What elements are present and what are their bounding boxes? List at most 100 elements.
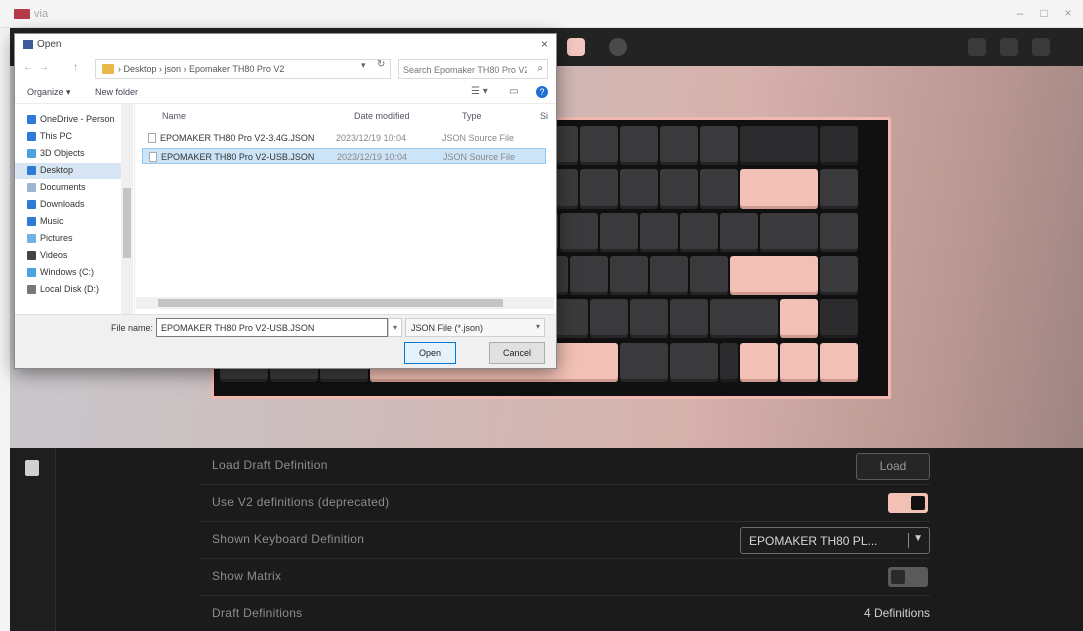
forward-button[interactable]: → (39, 62, 49, 73)
setting-row-shown-definition: Shown Keyboard Definition EPOMAKER TH80 … (200, 522, 930, 559)
nav-item[interactable]: Downloads (15, 197, 127, 213)
keyboard-key[interactable] (720, 342, 738, 382)
back-button[interactable]: ← (23, 62, 33, 73)
keyboard-key[interactable] (640, 212, 678, 252)
keyboard-key[interactable] (740, 169, 818, 209)
search-input[interactable] (403, 63, 527, 76)
code-icon[interactable] (968, 38, 986, 56)
settings-icon[interactable] (609, 38, 627, 56)
file-icon (149, 152, 157, 162)
keyboard-key[interactable] (650, 255, 688, 296)
keyboard-key[interactable] (760, 212, 818, 252)
nav-item[interactable]: Desktop (15, 163, 127, 179)
chevron-down-icon[interactable]: ▾ (361, 60, 366, 71)
nav-item[interactable]: This PC (15, 129, 127, 145)
cancel-button[interactable]: Cancel (489, 342, 545, 364)
scrollbar-thumb[interactable] (158, 299, 503, 307)
select-value: EPOMAKER TH80 PL... (749, 534, 878, 548)
nav-item[interactable]: OneDrive - Person (15, 112, 127, 128)
keyboard-key[interactable] (620, 126, 658, 166)
keyboard-key[interactable] (720, 212, 758, 252)
keyboard-key[interactable] (660, 126, 698, 166)
dialog-close-button[interactable]: × (541, 37, 548, 51)
breadcrumb-path: › Desktop › json › Epomaker TH80 Pro V2 (118, 64, 285, 74)
column-header-date[interactable]: Date modified (354, 111, 410, 121)
nav-item[interactable]: Pictures (15, 231, 127, 247)
breadcrumb[interactable]: › Desktop › json › Epomaker TH80 Pro V2 (95, 59, 391, 79)
keyboard-key[interactable] (820, 299, 858, 339)
keyboard-key[interactable] (580, 169, 618, 209)
scrollbar-thumb[interactable] (123, 188, 131, 258)
keyboard-key[interactable] (780, 342, 818, 382)
nav-item[interactable]: Local Disk (D:) (15, 282, 127, 298)
close-button[interactable]: × (1058, 6, 1078, 20)
nav-item[interactable]: 3D Objects (15, 146, 127, 162)
keyboard-icon[interactable] (567, 38, 585, 56)
view-options-icon[interactable]: ☰ ▾ (471, 86, 488, 97)
app-logo-icon (14, 9, 30, 19)
keyboard-key[interactable] (780, 299, 818, 339)
nav-item[interactable]: Videos (15, 248, 127, 264)
save-icon[interactable] (25, 460, 39, 476)
keyboard-key[interactable] (670, 342, 718, 382)
keyboard-key[interactable] (690, 255, 728, 296)
folder-icon (27, 166, 36, 175)
nav-item[interactable]: Documents (15, 180, 127, 196)
organize-button[interactable]: Organize ▾ (27, 87, 71, 98)
keyboard-key[interactable] (630, 299, 668, 339)
folder-icon (27, 115, 36, 124)
keyboard-definition-select[interactable]: EPOMAKER TH80 PL... ▼ (740, 527, 930, 554)
file-name-input[interactable] (156, 318, 388, 337)
file-row[interactable]: EPOMAKER TH80 Pro V2-USB.JSON 2023/12/19 … (142, 148, 546, 164)
folder-icon (27, 268, 36, 277)
file-list-scrollbar[interactable] (136, 297, 554, 309)
keyboard-key[interactable] (710, 299, 778, 339)
keyboard-key[interactable] (580, 126, 618, 166)
keyboard-key[interactable] (600, 212, 638, 252)
keyboard-key[interactable] (620, 342, 668, 382)
keyboard-key[interactable] (700, 169, 738, 209)
gear-icon[interactable] (1000, 38, 1018, 56)
keyboard-key[interactable] (820, 212, 858, 252)
refresh-icon[interactable]: ↻ (377, 59, 385, 70)
nav-item-label: 3D Objects (40, 148, 85, 158)
keyboard-key[interactable] (700, 126, 738, 166)
show-matrix-toggle[interactable] (888, 567, 928, 587)
keyboard-key[interactable] (740, 342, 778, 382)
nav-item[interactable]: Music (15, 214, 127, 230)
keyboard-key[interactable] (610, 255, 648, 296)
keyboard-key[interactable] (820, 342, 858, 382)
new-folder-button[interactable]: New folder (95, 87, 138, 97)
keyboard-key[interactable] (590, 299, 628, 339)
column-header-size[interactable]: Si (540, 111, 548, 121)
keyboard-key[interactable] (670, 299, 708, 339)
design-icon[interactable] (1032, 38, 1050, 56)
open-button[interactable]: Open (404, 342, 456, 364)
load-button[interactable]: Load (856, 453, 930, 480)
column-header-name[interactable]: Name (162, 111, 186, 121)
maximize-button[interactable]: □ (1034, 6, 1054, 20)
definitions-count: 4 Definitions (863, 606, 930, 620)
preview-pane-icon[interactable]: ▭ (509, 86, 518, 97)
keyboard-key[interactable] (660, 169, 698, 209)
keyboard-key[interactable] (560, 212, 598, 252)
keyboard-key[interactable] (730, 255, 818, 296)
up-button[interactable]: ↑ (73, 62, 78, 73)
keyboard-key[interactable] (620, 169, 658, 209)
keyboard-key[interactable] (820, 169, 858, 209)
use-v2-toggle[interactable] (888, 493, 928, 513)
keyboard-key[interactable] (570, 255, 608, 296)
keyboard-key[interactable] (820, 255, 858, 296)
help-icon[interactable]: ? (536, 86, 548, 98)
keyboard-key[interactable] (820, 126, 858, 166)
column-header-type[interactable]: Type (462, 111, 482, 121)
file-row[interactable]: EPOMAKER TH80 Pro V2-3.4G.JSON 2023/12/19… (142, 130, 546, 146)
minimize-button[interactable]: – (1010, 6, 1030, 20)
file-type-select[interactable]: JSON File (*.json) ▾ (405, 318, 545, 337)
file-name-dropdown[interactable]: ▾ (388, 318, 402, 337)
file-date: 2023/12/19 10:04 (336, 133, 407, 143)
keyboard-key[interactable] (740, 126, 818, 166)
keyboard-key[interactable] (680, 212, 718, 252)
nav-item[interactable]: Windows (C:) (15, 265, 127, 281)
navigation-scrollbar[interactable] (121, 104, 133, 314)
